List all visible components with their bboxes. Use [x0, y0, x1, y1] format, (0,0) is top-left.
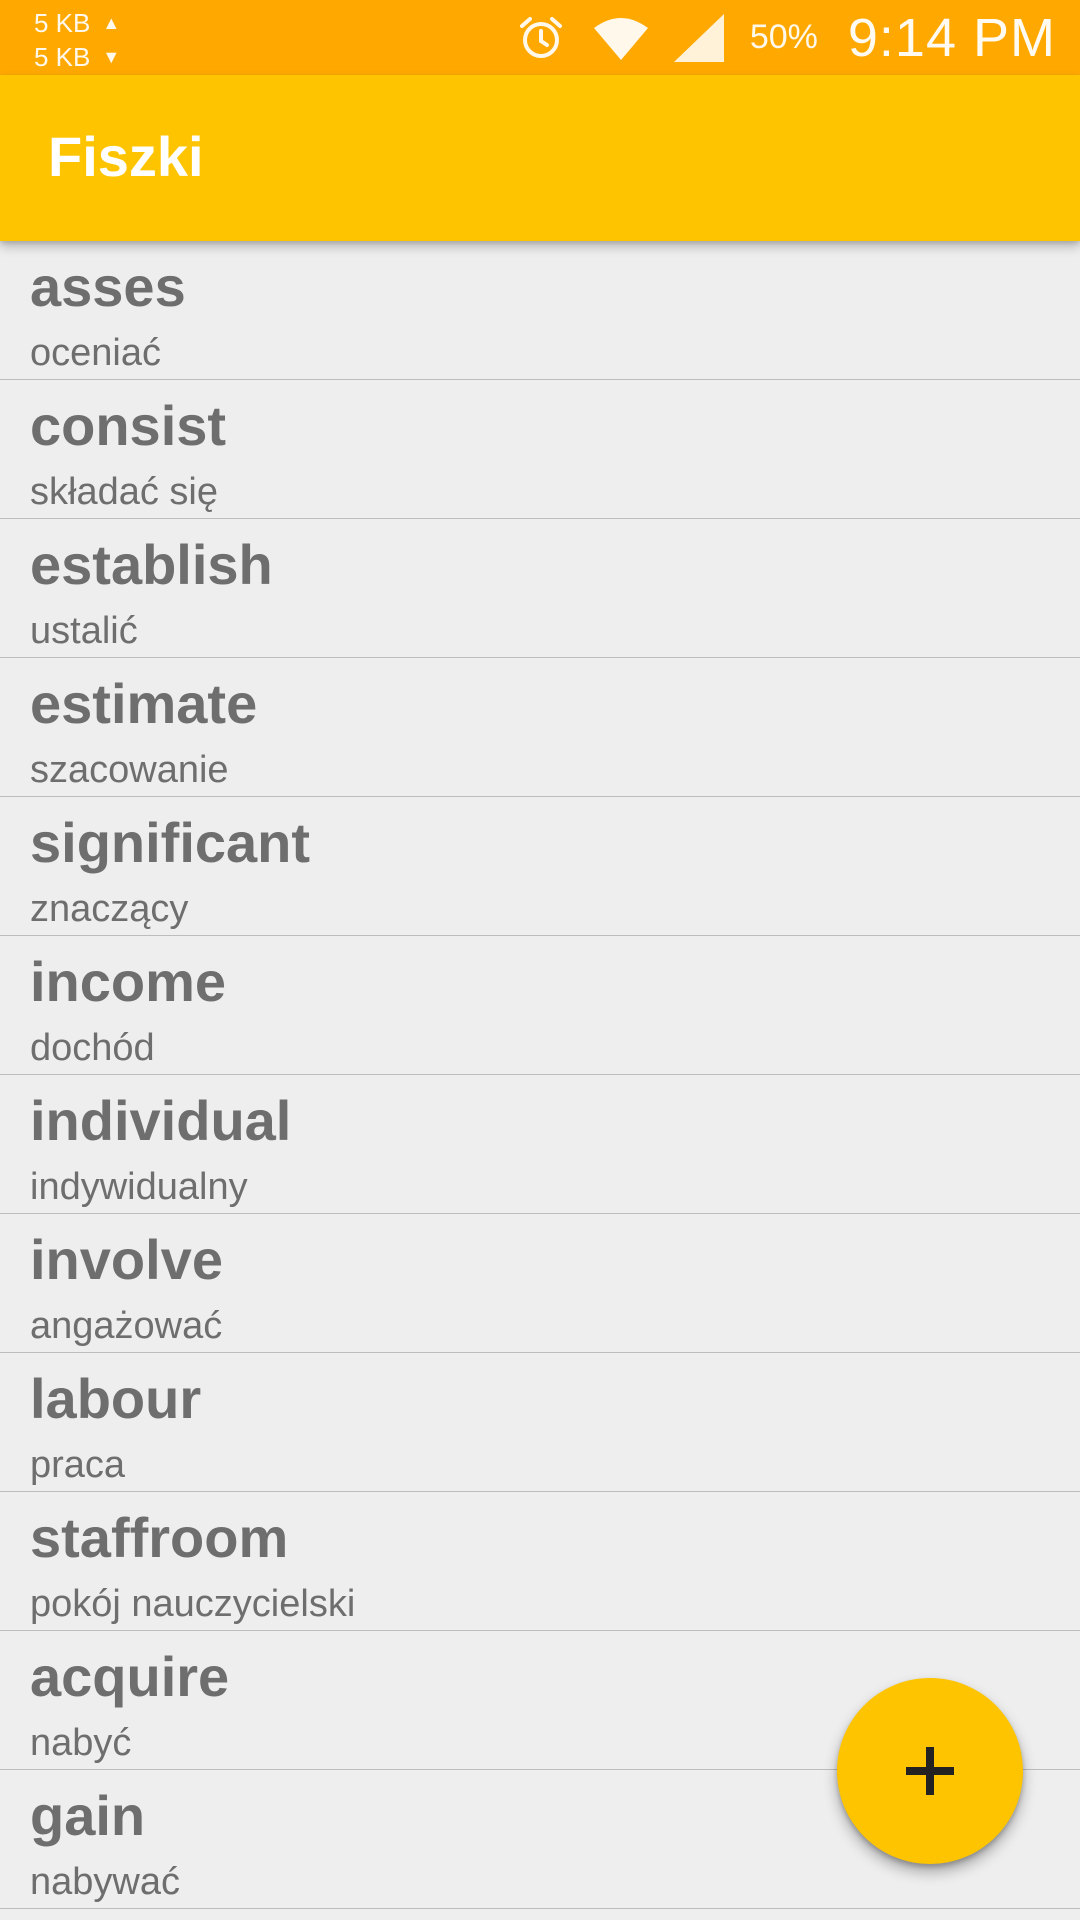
- clock: 9:14 PM: [847, 7, 1056, 68]
- word-translation: pokój nauczycielski: [30, 1583, 356, 1625]
- word-term: labour: [30, 1367, 202, 1430]
- word-list-item[interactable]: individual indywidualny: [0, 1075, 1080, 1214]
- word-term: acquire: [30, 1645, 230, 1708]
- alarm-icon: [518, 15, 564, 61]
- word-list-item[interactable]: asses oceniać: [0, 241, 1080, 380]
- word-list-item[interactable]: establish ustalić: [0, 519, 1080, 658]
- word-term: establish: [30, 533, 273, 596]
- word-list-item[interactable]: involve angażować: [0, 1214, 1080, 1353]
- word-translation: dochód: [30, 1027, 155, 1069]
- network-speed: 5 KB ▲ 5 KB ▼: [34, 6, 120, 74]
- upload-speed-row: 5 KB ▲: [34, 6, 120, 40]
- status-bar: 5 KB ▲ 5 KB ▼ 50% 9:14 PM: [0, 0, 1080, 75]
- word-term: gain: [30, 1784, 146, 1847]
- word-translation: indywidualny: [30, 1166, 248, 1208]
- word-translation: składać się: [30, 471, 218, 513]
- word-translation: szacowanie: [30, 749, 229, 791]
- word-list-item[interactable]: consist składać się: [0, 380, 1080, 519]
- upload-arrow-icon: ▲: [102, 13, 121, 33]
- word-term: estimate: [30, 672, 258, 735]
- word-term: asses: [30, 255, 186, 318]
- word-term: significant: [30, 811, 311, 874]
- word-translation: nabyć: [30, 1722, 132, 1764]
- download-speed-row: 5 KB ▼: [34, 40, 120, 74]
- download-speed: 5 KB: [34, 42, 91, 72]
- word-list-item[interactable]: significant znaczący: [0, 797, 1080, 936]
- app-bar: Fiszki: [0, 75, 1080, 241]
- word-translation: angażować: [30, 1305, 223, 1347]
- word-list-item[interactable]: labour praca: [0, 1353, 1080, 1492]
- word-translation: znaczący: [30, 888, 189, 930]
- word-list-item[interactable]: income dochód: [0, 936, 1080, 1075]
- word-term: staffroom: [30, 1506, 289, 1569]
- signal-icon: [673, 13, 724, 62]
- word-translation: nabywać: [30, 1861, 180, 1903]
- wifi-icon: [593, 16, 648, 60]
- word-translation: ustalić: [30, 610, 138, 652]
- word-translation: oceniać: [30, 332, 161, 374]
- word-list-item[interactable]: staffroom pokój nauczycielski: [0, 1492, 1080, 1631]
- word-list-item[interactable]: estimate szacowanie: [0, 658, 1080, 797]
- plus-icon: [904, 1745, 956, 1797]
- word-term: income: [30, 950, 227, 1013]
- battery-level: 50%: [749, 18, 818, 56]
- word-term: consist: [30, 394, 227, 457]
- word-list: asses oceniać consist składać się establ…: [0, 241, 1080, 1909]
- status-icons: 50% 9:14 PM: [518, 0, 1056, 75]
- word-translation: praca: [30, 1444, 126, 1486]
- word-term: individual: [30, 1089, 292, 1152]
- app-title: Fiszki: [48, 125, 204, 188]
- add-word-button[interactable]: [837, 1678, 1023, 1864]
- upload-speed: 5 KB: [34, 8, 91, 38]
- download-arrow-icon: ▼: [102, 47, 121, 67]
- word-term: involve: [30, 1228, 223, 1291]
